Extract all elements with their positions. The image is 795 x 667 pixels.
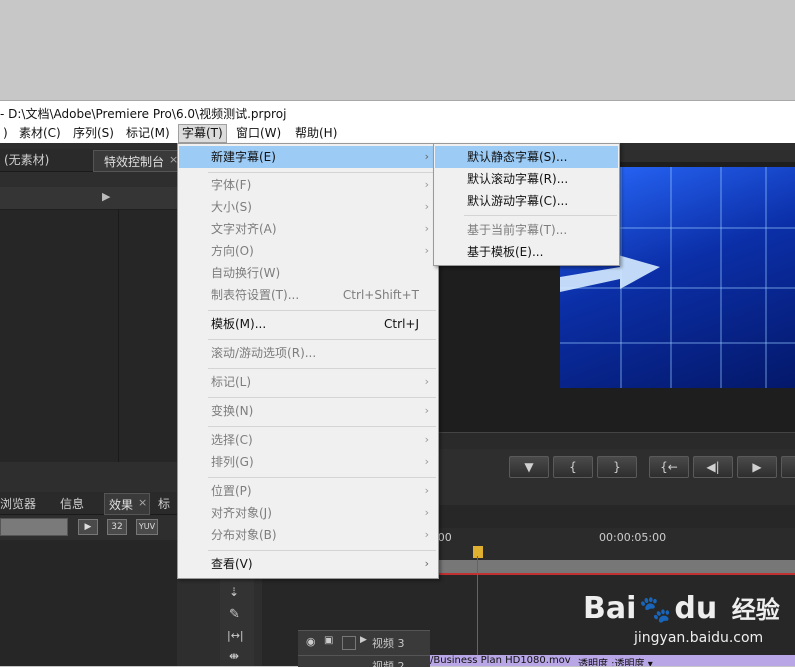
eye-icon[interactable]: ◉: [306, 635, 316, 648]
tab-source[interactable]: (无素材): [4, 150, 49, 170]
menu-item-templates[interactable]: 模板(M)... Ctrl+J: [179, 313, 437, 335]
step-forward-button[interactable]: |▶: [781, 456, 795, 478]
chevron-right-icon: ›: [424, 433, 429, 446]
ruler-time-label: 00:00:05:00: [599, 531, 667, 544]
razor-tool-icon[interactable]: ✎: [229, 607, 240, 622]
work-area-bar: [432, 573, 795, 575]
tab-media-browser[interactable]: 浏览器: [0, 494, 36, 514]
playhead-handle[interactable]: [473, 546, 483, 558]
menu-bar: ) 素材(C) 序列(S) 标记(M) 字幕(T) 窗口(W) 帮助(H): [0, 123, 795, 143]
tab-effect-controls-label: 特效控制台: [104, 155, 165, 169]
menu-item-font[interactable]: 字体(F) ›: [179, 174, 437, 196]
effect-controls-panel: [0, 187, 177, 462]
menu-item-roll-crawl[interactable]: 滚动/游动选项(R)...: [179, 342, 437, 364]
mark-out-button[interactable]: }: [597, 456, 637, 478]
menu-item-word-wrap[interactable]: 自动换行(W): [179, 262, 437, 284]
menu-item-view[interactable]: 查看(V) ›: [179, 553, 437, 575]
menu-window[interactable]: 窗口(W): [233, 125, 284, 142]
chevron-right-icon: ›: [424, 200, 429, 213]
menu-item-text-align[interactable]: 文字对齐(A) ›: [179, 218, 437, 240]
new-title-submenu: 默认静态字幕(S)... 默认滚动字幕(R)... 默认游动字幕(C)... 基…: [433, 143, 620, 266]
tab-markers[interactable]: 标: [158, 494, 170, 514]
submenu-default-still[interactable]: 默认静态字幕(S)...: [435, 146, 618, 168]
chevron-right-icon: ›: [424, 222, 429, 235]
lock-toggle[interactable]: [342, 636, 356, 650]
menu-item-arrange[interactable]: 排列(G) ›: [179, 451, 437, 473]
menu-item-select[interactable]: 选择(C) ›: [179, 429, 437, 451]
chevron-right-icon: ›: [424, 375, 429, 388]
chevron-right-icon: ›: [424, 484, 429, 497]
ripple-tool-icon[interactable]: ⇣: [229, 585, 239, 599]
submenu-based-on-current[interactable]: 基于当前字幕(T)...: [435, 219, 618, 241]
menu-item-distribute-objects[interactable]: 分布对象(B) ›: [179, 524, 437, 546]
menu-item-position[interactable]: 位置(P) ›: [179, 480, 437, 502]
menu-marker[interactable]: 标记(M): [123, 125, 173, 142]
menu-item-align-objects[interactable]: 对齐对象(J) ›: [179, 502, 437, 524]
step-back-button[interactable]: ◀|: [693, 456, 733, 478]
menu-item-transform[interactable]: 变换(N) ›: [179, 400, 437, 422]
effects-search-input[interactable]: [0, 518, 68, 536]
submenu-default-crawl[interactable]: 默认游动字幕(C)...: [435, 190, 618, 212]
track-name: 视频 3: [372, 637, 405, 650]
add-marker-button[interactable]: ▼: [509, 456, 549, 478]
chevron-right-icon: ›: [424, 244, 429, 257]
timeline-zoom-bar[interactable]: [432, 560, 795, 573]
menu-item-logo[interactable]: 标记(L) ›: [179, 371, 437, 393]
yuv-effects-icon[interactable]: YUV: [136, 519, 158, 535]
accelerated-effects-icon[interactable]: ▶: [78, 519, 98, 535]
track-header-video2: 视频 2: [298, 655, 430, 667]
tab-effects-label: 效果: [109, 498, 134, 512]
tab-effect-controls[interactable]: 特效控制台 ×: [93, 150, 179, 172]
tab-effects[interactable]: 效果 ×: [104, 493, 150, 515]
chevron-right-icon: ›: [424, 178, 429, 191]
timeline-ruler[interactable]: :00 00:00:05:00: [432, 528, 795, 560]
go-to-in-button[interactable]: {←: [649, 456, 689, 478]
panel-divider: [118, 209, 119, 462]
baidu-watermark-logo: Bai 🐾du 经验: [583, 591, 780, 626]
play-button[interactable]: ▶: [737, 456, 777, 478]
slide-tool-icon[interactable]: ⇼: [229, 649, 239, 663]
menu-partial[interactable]: ): [0, 125, 11, 142]
desktop-background: [0, 0, 795, 100]
submenu-default-roll[interactable]: 默认滚动字幕(R)...: [435, 168, 618, 190]
mark-in-button[interactable]: {: [553, 456, 593, 478]
menu-item-tab-stops[interactable]: 制表符设置(T)... Ctrl+Shift+T: [179, 284, 437, 306]
close-icon[interactable]: ×: [138, 496, 147, 509]
tab-info[interactable]: 信息: [60, 494, 84, 514]
playhead-line: [477, 556, 478, 666]
menu-clip[interactable]: 素材(C): [16, 125, 64, 142]
track-header-video3: ◉ ▣ ▶ 视频 3: [298, 630, 430, 655]
submenu-based-on-template[interactable]: 基于模板(E)...: [435, 241, 618, 263]
menu-item-orientation[interactable]: 方向(O) ›: [179, 240, 437, 262]
chevron-right-icon: ›: [424, 528, 429, 541]
menu-help[interactable]: 帮助(H): [292, 125, 340, 142]
monitor-scrubber[interactable]: [437, 432, 795, 449]
clip-label: /Business Plan HD1080.mov: [430, 655, 571, 666]
baidu-watermark-url: jingyan.baidu.com: [634, 630, 764, 646]
chevron-right-icon: ›: [424, 557, 429, 570]
chevron-right-icon: ›: [424, 404, 429, 417]
menu-item-new-title[interactable]: 新建字幕(E) ›: [179, 146, 437, 168]
chevron-right-icon: ›: [424, 455, 429, 468]
slip-tool-icon[interactable]: |↔|: [227, 629, 244, 642]
effect-controls-header: ▶: [0, 187, 177, 210]
tools-panel: ⇣ ✎ |↔| ⇼: [220, 575, 254, 666]
clip-opacity-label: 透明度 :透明度 ▾: [578, 659, 653, 666]
window-title: - D:\文档\Adobe\Premiere Pro\6.0\视频测试.prpr…: [0, 107, 287, 121]
chevron-right-icon: ›: [424, 150, 429, 163]
effects-list: [0, 540, 177, 666]
title-menu-dropdown: 新建字幕(E) › 字体(F) › 大小(S) › 文字对齐(A) › 方向(O) › 自…: [177, 143, 439, 579]
menu-sequence[interactable]: 序列(S): [70, 125, 117, 142]
camera-icon[interactable]: ▣: [324, 635, 333, 646]
32bit-effects-icon[interactable]: 32: [107, 519, 127, 535]
timeline-clip[interactable]: /Business Plan HD1080.mov 透明度 :透明度 ▾: [430, 655, 795, 666]
expand-arrow-icon[interactable]: ▶: [360, 635, 367, 645]
chevron-right-icon: ›: [424, 506, 429, 519]
play-arrow-icon[interactable]: ▶: [102, 190, 110, 203]
menu-item-size[interactable]: 大小(S) ›: [179, 196, 437, 218]
paw-icon: 🐾: [639, 595, 672, 625]
menu-title[interactable]: 字幕(T): [178, 124, 227, 143]
window-titlebar: - D:\文档\Adobe\Premiere Pro\6.0\视频测试.prpr…: [0, 100, 795, 123]
